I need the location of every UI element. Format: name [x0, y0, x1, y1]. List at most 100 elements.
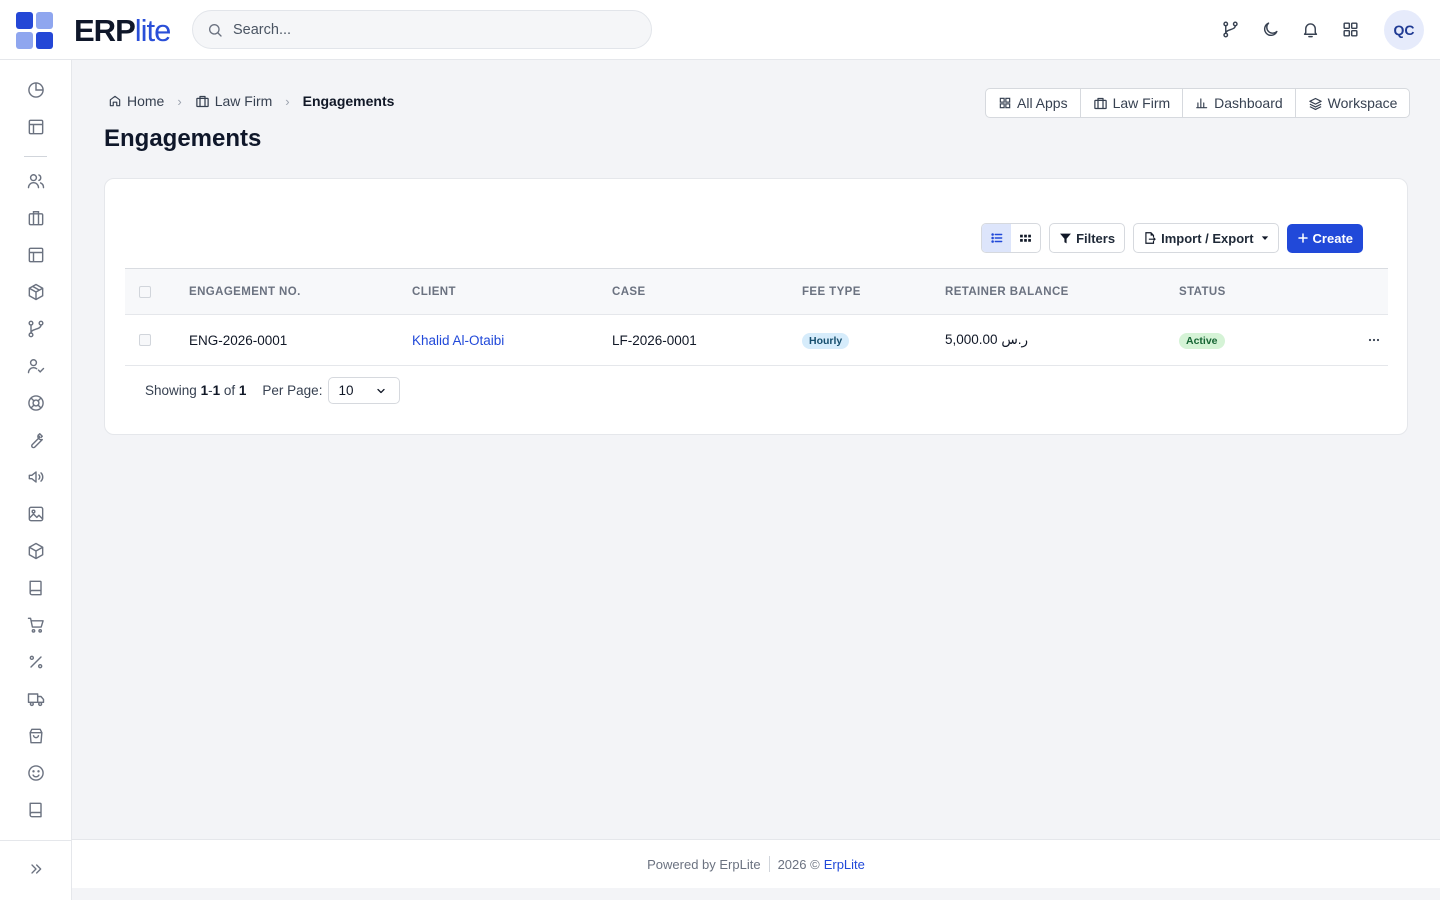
briefcase-icon[interactable]	[25, 207, 47, 229]
chevron-right-icon: ›	[285, 93, 290, 109]
per-page-value: 10	[338, 383, 354, 398]
column-client: CLIENT	[412, 285, 456, 298]
image-icon[interactable]	[25, 503, 47, 525]
bar-chart-icon	[1195, 96, 1209, 110]
bell-icon[interactable]	[1300, 18, 1320, 40]
truck-icon[interactable]	[25, 688, 47, 710]
dashboard-label: Dashboard	[1214, 95, 1283, 111]
chevron-right-icon: ›	[177, 93, 182, 109]
users-icon[interactable]	[25, 170, 47, 192]
git-branch-icon[interactable]	[1220, 18, 1240, 40]
import-export-label: Import / Export	[1161, 230, 1254, 246]
column-retainer-balance: RETAINER BALANCE	[945, 285, 1069, 298]
app-links: All Apps Law Firm Dashboard Workspace	[985, 88, 1411, 118]
client-link[interactable]: Khalid Al-Otaibi	[412, 333, 504, 348]
breadcrumb-law-firm[interactable]: Law Firm	[195, 93, 273, 109]
top-header: ERPlite QC	[0, 0, 1440, 60]
column-engagement-no: ENGAGEMENT NO.	[189, 285, 301, 298]
pagination: Showing 1-1 of 1 Per Page: 10	[145, 377, 401, 404]
total-count: 1	[238, 383, 247, 398]
per-page-label: Per Page:	[262, 383, 323, 398]
brand-name-bold: ERP	[74, 12, 136, 48]
breadcrumb-current: Engagements	[302, 93, 395, 109]
copyright-text: 2026 ©	[777, 856, 820, 872]
speaker-icon[interactable]	[25, 466, 47, 488]
all-apps-link[interactable]: All Apps	[986, 89, 1081, 117]
search-icon	[207, 22, 223, 38]
list-toolbar: Filters Import / Export Create	[981, 223, 1363, 253]
brand[interactable]: ERPlite	[16, 12, 172, 49]
sidebar-footer	[0, 840, 71, 900]
footer: Powered by ErpLite 2026 © ErpLite	[72, 839, 1440, 888]
breadcrumb-home[interactable]: Home	[108, 93, 164, 109]
cart-icon[interactable]	[25, 614, 47, 636]
law-firm-link[interactable]: Law Firm	[1081, 89, 1184, 117]
filters-button[interactable]: Filters	[1049, 223, 1126, 253]
breadcrumb-home-label: Home	[127, 93, 165, 109]
layout-icon[interactable]	[25, 244, 47, 266]
package-icon[interactable]	[25, 281, 47, 303]
more-actions-icon[interactable]	[1366, 335, 1382, 345]
lifebuoy-icon[interactable]	[25, 392, 47, 414]
brand-name-light: lite	[134, 12, 172, 48]
breadcrumb: Home › Law Firm › Engagements	[108, 93, 394, 109]
smile-icon[interactable]	[25, 762, 47, 784]
logo-icon	[16, 12, 53, 49]
book-icon[interactable]	[25, 577, 47, 599]
grid-view-icon[interactable]	[1011, 224, 1040, 252]
building-icon	[1093, 96, 1108, 111]
footer-link[interactable]: ErpLite	[824, 857, 865, 872]
per-page-select[interactable]: 10	[328, 377, 401, 404]
table-row[interactable]: ENG-2026-0001 Khalid Al-Otaibi LF-2026-0…	[125, 315, 1388, 366]
dashboard-link[interactable]: Dashboard	[1183, 89, 1296, 117]
filters-label: Filters	[1076, 230, 1116, 246]
file-export-icon	[1143, 231, 1157, 245]
book-icon[interactable]	[25, 799, 47, 821]
chart-pie-icon[interactable]	[25, 79, 47, 101]
chevrons-right-icon[interactable]	[26, 859, 46, 879]
column-status: STATUS	[1179, 285, 1226, 298]
chevron-down-icon	[375, 385, 387, 397]
git-branch-icon[interactable]	[25, 318, 47, 340]
select-all-checkbox[interactable]	[139, 285, 151, 298]
view-toggle	[981, 223, 1042, 253]
search-box	[192, 10, 652, 49]
engagements-card: Filters Import / Export Create ENGAGEMEN…	[104, 178, 1408, 435]
sidebar	[0, 60, 72, 900]
layout-icon[interactable]	[25, 116, 47, 138]
status-badge: Active	[1179, 332, 1225, 349]
user-avatar[interactable]: QC	[1384, 10, 1424, 50]
moon-icon[interactable]	[1260, 18, 1280, 40]
tool-icon[interactable]	[25, 429, 47, 451]
box-icon[interactable]	[25, 540, 47, 562]
powered-by-text: Powered by ErpLite	[647, 856, 761, 872]
layers-icon	[1308, 96, 1323, 111]
user-check-icon[interactable]	[25, 355, 47, 377]
showing-label: Showing	[145, 383, 197, 398]
import-export-button[interactable]: Import / Export	[1133, 223, 1279, 253]
range-start: 1	[200, 383, 209, 398]
row-checkbox[interactable]	[139, 334, 151, 346]
shopping-bag-icon[interactable]	[25, 725, 47, 747]
brand-name: ERPlite	[74, 12, 172, 49]
caret-down-icon	[1261, 234, 1269, 242]
breadcrumb-law-firm-label: Law Firm	[214, 93, 273, 109]
percent-icon[interactable]	[25, 651, 47, 673]
column-fee-type: FEE TYPE	[802, 285, 861, 298]
list-view-icon[interactable]	[982, 224, 1012, 252]
home-icon	[108, 94, 122, 108]
create-button[interactable]: Create	[1286, 223, 1363, 253]
grid-icon	[998, 96, 1012, 110]
workspace-link[interactable]: Workspace	[1296, 89, 1410, 117]
engagement-number[interactable]: ENG-2026-0001	[189, 315, 412, 366]
plus-icon	[1297, 232, 1309, 244]
footer-divider	[768, 856, 770, 872]
retainer-balance: 5,000.00 ر.س	[945, 332, 1029, 347]
search-input[interactable]	[233, 21, 613, 38]
sidebar-divider	[24, 156, 47, 157]
create-label: Create	[1312, 230, 1353, 246]
apps-grid-icon[interactable]	[1340, 18, 1360, 40]
range-end: 1	[212, 383, 221, 398]
page-title: Engagements	[104, 125, 262, 152]
table-header-row: ENGAGEMENT NO. CLIENT CASE FEE TYPE RETA…	[125, 268, 1388, 315]
